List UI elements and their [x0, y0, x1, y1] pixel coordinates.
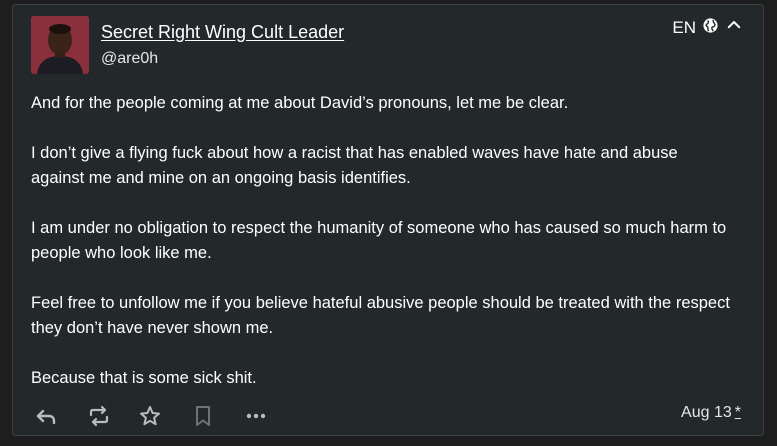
display-name[interactable]: Secret Right Wing Cult Leader: [101, 22, 344, 43]
more-icon: [246, 413, 266, 419]
bookmark-icon: [196, 406, 210, 426]
bookmark-button[interactable]: [190, 403, 216, 429]
status-meta: EN: [672, 16, 743, 39]
status-paragraph: And for the people coming at me about Da…: [31, 94, 569, 112]
reply-icon: [36, 409, 56, 425]
avatar-image: [31, 16, 89, 74]
status-paragraph: Feel free to unfollow me if you believe …: [31, 294, 730, 337]
account-handle: @are0h: [101, 50, 159, 67]
status-paragraph: Because that is some sick shit.: [31, 369, 257, 387]
boost-icon: [89, 405, 109, 427]
collapse-button[interactable]: [725, 16, 743, 39]
favourite-button[interactable]: [137, 403, 163, 429]
globe-icon: [702, 17, 719, 39]
edited-marker[interactable]: *: [735, 404, 741, 421]
boost-button[interactable]: [86, 403, 112, 429]
more-button[interactable]: [243, 403, 269, 429]
chevron-up-icon: [727, 21, 741, 29]
action-bar: Aug 13 *: [31, 403, 745, 429]
status-date-link[interactable]: Aug 13 *: [681, 404, 741, 422]
avatar[interactable]: [31, 16, 89, 74]
reply-button[interactable]: [33, 403, 59, 429]
status-paragraph: I don’t give a flying fuck about how a r…: [31, 144, 678, 187]
status-paragraph: I am under no obligation to respect the …: [31, 219, 727, 262]
language-label: EN: [672, 17, 696, 37]
status-card[interactable]: Secret Right Wing Cult Leader @are0h EN …: [12, 4, 764, 436]
status-date: Aug 13: [681, 404, 732, 421]
favourite-icon: [140, 406, 160, 426]
status-content: And for the people coming at me about Da…: [31, 91, 731, 416]
